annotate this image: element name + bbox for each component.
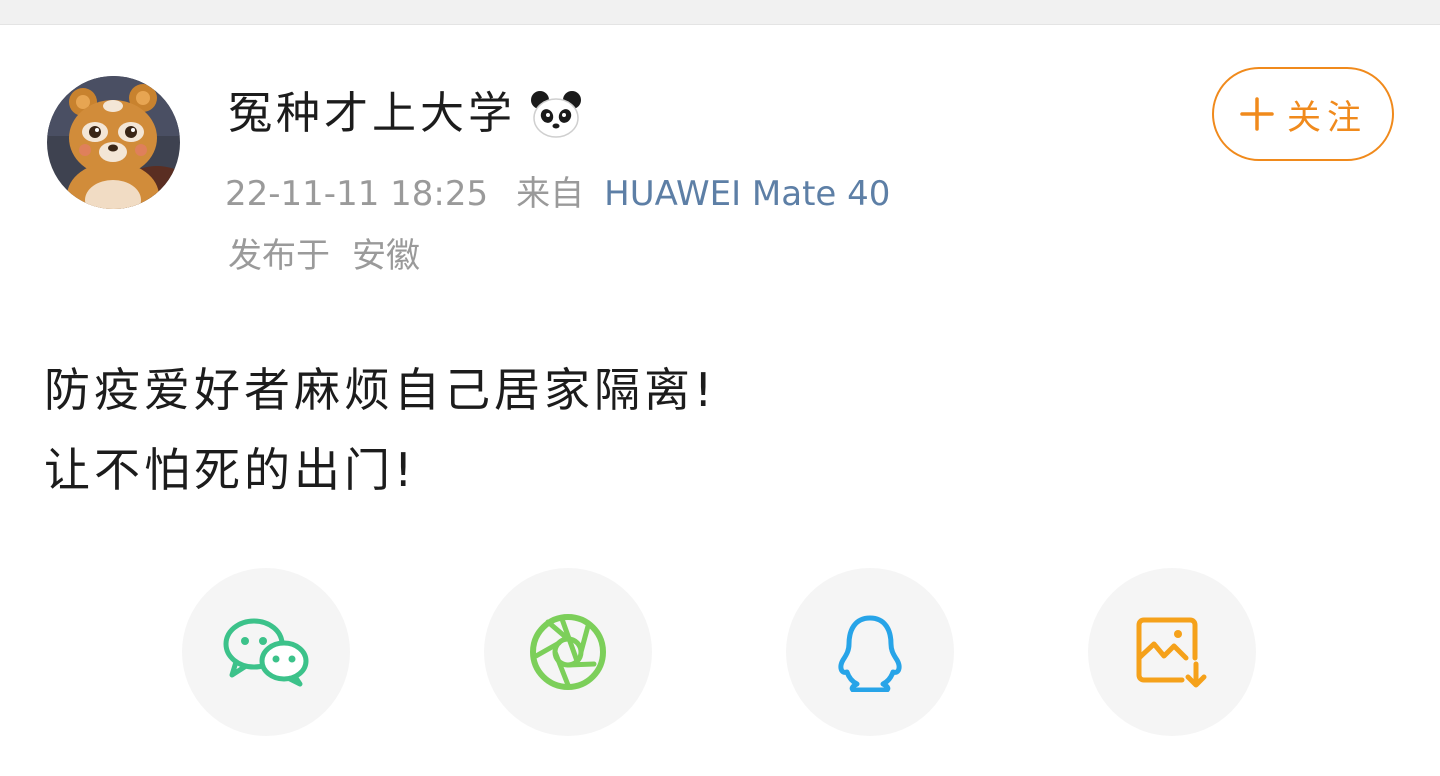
post-meta: 22-11-11 18:25 来自 HUAWEI Mate 40 <box>225 170 890 218</box>
top-bar <box>0 0 1440 25</box>
save-image-icon <box>1136 617 1207 688</box>
follow-label: 关注 <box>1287 97 1367 138</box>
post-text-line: 防疫爱好者麻烦自己居家隔离! <box>44 363 717 417</box>
post-text-line: 让不怕死的出门! <box>44 443 417 497</box>
share-wechat-button[interactable] <box>182 568 350 736</box>
bear-avatar-image <box>47 76 180 209</box>
avatar[interactable] <box>47 76 180 209</box>
device-link[interactable]: HUAWEI Mate 40 <box>604 174 890 214</box>
author-name-text[interactable]: 冤种才上大学 <box>228 86 516 142</box>
author-name[interactable]: 冤种才上大学 <box>228 86 584 142</box>
follow-button[interactable]: 关注 <box>1212 67 1394 161</box>
save-image-button[interactable] <box>1088 568 1256 736</box>
panda-icon <box>531 91 581 138</box>
wechat-icon <box>223 618 309 687</box>
post-body: 防疫爱好者麻烦自己居家隔离! 让不怕死的出门! <box>44 350 1384 510</box>
share-qq-button[interactable] <box>786 568 954 736</box>
post-location: 发布于 安徽 <box>228 232 420 280</box>
source-prefix: 来自 <box>516 174 585 214</box>
share-moments-button[interactable] <box>484 568 652 736</box>
moments-icon <box>530 614 606 690</box>
location-value: 安徽 <box>352 236 420 276</box>
qq-icon <box>838 615 902 692</box>
plus-icon <box>1240 97 1274 131</box>
post-timestamp: 22-11-11 18:25 <box>225 174 489 214</box>
location-prefix: 发布于 <box>228 236 330 276</box>
